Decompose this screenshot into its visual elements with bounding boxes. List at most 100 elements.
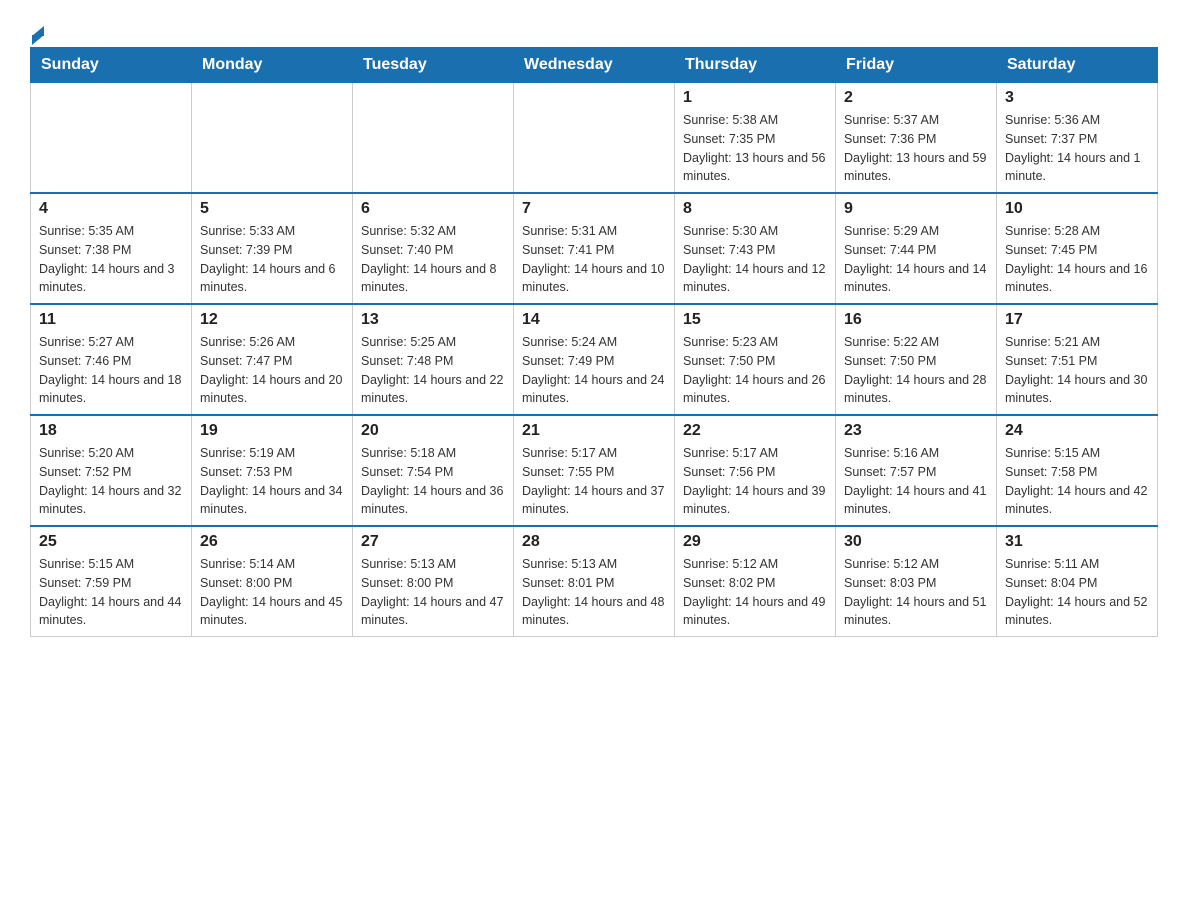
calendar-cell: 19 Sunrise: 5:19 AMSunset: 7:53 PMDayligh…	[192, 415, 353, 526]
day-info: Sunrise: 5:26 AMSunset: 7:47 PMDaylight:…	[200, 333, 344, 408]
day-number: 3	[1005, 89, 1149, 107]
day-number: 9	[844, 200, 988, 218]
day-number: 31	[1005, 533, 1149, 551]
calendar-cell	[353, 83, 514, 194]
week-row-2: 4 Sunrise: 5:35 AMSunset: 7:38 PMDaylight…	[31, 193, 1158, 304]
day-number: 6	[361, 200, 505, 218]
calendar-cell: 15 Sunrise: 5:23 AMSunset: 7:50 PMDayligh…	[675, 304, 836, 415]
day-number: 16	[844, 311, 988, 329]
weekday-header-thursday: Thursday	[675, 48, 836, 83]
day-number: 2	[844, 89, 988, 107]
calendar-cell	[31, 83, 192, 194]
calendar-cell: 8 Sunrise: 5:30 AMSunset: 7:43 PMDaylight…	[675, 193, 836, 304]
calendar-cell: 16 Sunrise: 5:22 AMSunset: 7:50 PMDayligh…	[836, 304, 997, 415]
calendar-cell: 2 Sunrise: 5:37 AMSunset: 7:36 PMDaylight…	[836, 83, 997, 194]
day-number: 7	[522, 200, 666, 218]
day-info: Sunrise: 5:36 AMSunset: 7:37 PMDaylight:…	[1005, 111, 1149, 186]
day-info: Sunrise: 5:27 AMSunset: 7:46 PMDaylight:…	[39, 333, 183, 408]
calendar-cell: 20Sunrise: 5:18 AMSunset: 7:54 PMDayligh…	[353, 415, 514, 526]
day-info: Sunrise: 5:16 AMSunset: 7:57 PMDaylight:…	[844, 444, 988, 519]
calendar-cell: 29 Sunrise: 5:12 AMSunset: 8:02 PMDayligh…	[675, 526, 836, 637]
day-info: Sunrise: 5:35 AMSunset: 7:38 PMDaylight:…	[39, 222, 183, 297]
calendar-cell: 26Sunrise: 5:14 AMSunset: 8:00 PMDayligh…	[192, 526, 353, 637]
day-info: Sunrise: 5:12 AMSunset: 8:02 PMDaylight:…	[683, 555, 827, 630]
calendar-cell: 21 Sunrise: 5:17 AMSunset: 7:55 PMDayligh…	[514, 415, 675, 526]
day-info: Sunrise: 5:23 AMSunset: 7:50 PMDaylight:…	[683, 333, 827, 408]
day-info: Sunrise: 5:22 AMSunset: 7:50 PMDaylight:…	[844, 333, 988, 408]
day-info: Sunrise: 5:30 AMSunset: 7:43 PMDaylight:…	[683, 222, 827, 297]
day-number: 5	[200, 200, 344, 218]
calendar-cell: 9 Sunrise: 5:29 AMSunset: 7:44 PMDaylight…	[836, 193, 997, 304]
day-number: 8	[683, 200, 827, 218]
weekday-header-friday: Friday	[836, 48, 997, 83]
calendar-cell: 13 Sunrise: 5:25 AMSunset: 7:48 PMDayligh…	[353, 304, 514, 415]
weekday-header-wednesday: Wednesday	[514, 48, 675, 83]
day-number: 18	[39, 422, 183, 440]
day-number: 14	[522, 311, 666, 329]
weekday-header-row: SundayMondayTuesdayWednesdayThursdayFrid…	[31, 48, 1158, 83]
calendar-cell: 31 Sunrise: 5:11 AMSunset: 8:04 PMDayligh…	[997, 526, 1158, 637]
day-info: Sunrise: 5:32 AMSunset: 7:40 PMDaylight:…	[361, 222, 505, 297]
day-number: 13	[361, 311, 505, 329]
weekday-header-monday: Monday	[192, 48, 353, 83]
day-number: 23	[844, 422, 988, 440]
week-row-1: 1 Sunrise: 5:38 AMSunset: 7:35 PMDaylight…	[31, 83, 1158, 194]
day-number: 24	[1005, 422, 1149, 440]
calendar-cell	[192, 83, 353, 194]
day-number: 21	[522, 422, 666, 440]
day-number: 25	[39, 533, 183, 551]
weekday-header-sunday: Sunday	[31, 48, 192, 83]
calendar-cell	[514, 83, 675, 194]
day-number: 17	[1005, 311, 1149, 329]
day-info: Sunrise: 5:14 AMSunset: 8:00 PMDaylight:…	[200, 555, 344, 630]
day-number: 19	[200, 422, 344, 440]
day-info: Sunrise: 5:29 AMSunset: 7:44 PMDaylight:…	[844, 222, 988, 297]
calendar-cell: 7 Sunrise: 5:31 AMSunset: 7:41 PMDaylight…	[514, 193, 675, 304]
day-info: Sunrise: 5:18 AMSunset: 7:54 PMDaylight:…	[361, 444, 505, 519]
day-info: Sunrise: 5:12 AMSunset: 8:03 PMDaylight:…	[844, 555, 988, 630]
day-number: 12	[200, 311, 344, 329]
day-info: Sunrise: 5:25 AMSunset: 7:48 PMDaylight:…	[361, 333, 505, 408]
day-info: Sunrise: 5:31 AMSunset: 7:41 PMDaylight:…	[522, 222, 666, 297]
calendar-cell: 10 Sunrise: 5:28 AMSunset: 7:45 PMDayligh…	[997, 193, 1158, 304]
calendar-cell: 5 Sunrise: 5:33 AMSunset: 7:39 PMDaylight…	[192, 193, 353, 304]
calendar-cell: 6 Sunrise: 5:32 AMSunset: 7:40 PMDaylight…	[353, 193, 514, 304]
day-info: Sunrise: 5:20 AMSunset: 7:52 PMDaylight:…	[39, 444, 183, 519]
calendar-cell: 30Sunrise: 5:12 AMSunset: 8:03 PMDayligh…	[836, 526, 997, 637]
day-number: 22	[683, 422, 827, 440]
day-info: Sunrise: 5:17 AMSunset: 7:56 PMDaylight:…	[683, 444, 827, 519]
day-info: Sunrise: 5:24 AMSunset: 7:49 PMDaylight:…	[522, 333, 666, 408]
calendar-cell: 4 Sunrise: 5:35 AMSunset: 7:38 PMDaylight…	[31, 193, 192, 304]
day-number: 28	[522, 533, 666, 551]
day-number: 11	[39, 311, 183, 329]
day-info: Sunrise: 5:15 AMSunset: 7:58 PMDaylight:…	[1005, 444, 1149, 519]
day-info: Sunrise: 5:33 AMSunset: 7:39 PMDaylight:…	[200, 222, 344, 297]
calendar-cell: 24 Sunrise: 5:15 AMSunset: 7:58 PMDayligh…	[997, 415, 1158, 526]
day-info: Sunrise: 5:17 AMSunset: 7:55 PMDaylight:…	[522, 444, 666, 519]
day-number: 27	[361, 533, 505, 551]
day-number: 4	[39, 200, 183, 218]
header	[30, 20, 1158, 37]
calendar-cell: 11 Sunrise: 5:27 AMSunset: 7:46 PMDayligh…	[31, 304, 192, 415]
calendar-cell: 14 Sunrise: 5:24 AMSunset: 7:49 PMDayligh…	[514, 304, 675, 415]
day-info: Sunrise: 5:21 AMSunset: 7:51 PMDaylight:…	[1005, 333, 1149, 408]
calendar-cell: 28 Sunrise: 5:13 AMSunset: 8:01 PMDayligh…	[514, 526, 675, 637]
week-row-4: 18 Sunrise: 5:20 AMSunset: 7:52 PMDayligh…	[31, 415, 1158, 526]
day-info: Sunrise: 5:37 AMSunset: 7:36 PMDaylight:…	[844, 111, 988, 186]
calendar-cell: 12 Sunrise: 5:26 AMSunset: 7:47 PMDayligh…	[192, 304, 353, 415]
day-info: Sunrise: 5:11 AMSunset: 8:04 PMDaylight:…	[1005, 555, 1149, 630]
week-row-3: 11 Sunrise: 5:27 AMSunset: 7:46 PMDayligh…	[31, 304, 1158, 415]
day-info: Sunrise: 5:38 AMSunset: 7:35 PMDaylight:…	[683, 111, 827, 186]
day-number: 1	[683, 89, 827, 107]
day-info: Sunrise: 5:13 AMSunset: 8:01 PMDaylight:…	[522, 555, 666, 630]
day-info: Sunrise: 5:28 AMSunset: 7:45 PMDaylight:…	[1005, 222, 1149, 297]
calendar-cell: 18 Sunrise: 5:20 AMSunset: 7:52 PMDayligh…	[31, 415, 192, 526]
day-number: 15	[683, 311, 827, 329]
day-number: 10	[1005, 200, 1149, 218]
day-number: 29	[683, 533, 827, 551]
calendar: SundayMondayTuesdayWednesdayThursdayFrid…	[30, 47, 1158, 637]
calendar-cell: 27Sunrise: 5:13 AMSunset: 8:00 PMDayligh…	[353, 526, 514, 637]
calendar-cell: 25Sunrise: 5:15 AMSunset: 7:59 PMDayligh…	[31, 526, 192, 637]
day-info: Sunrise: 5:19 AMSunset: 7:53 PMDaylight:…	[200, 444, 344, 519]
weekday-header-tuesday: Tuesday	[353, 48, 514, 83]
